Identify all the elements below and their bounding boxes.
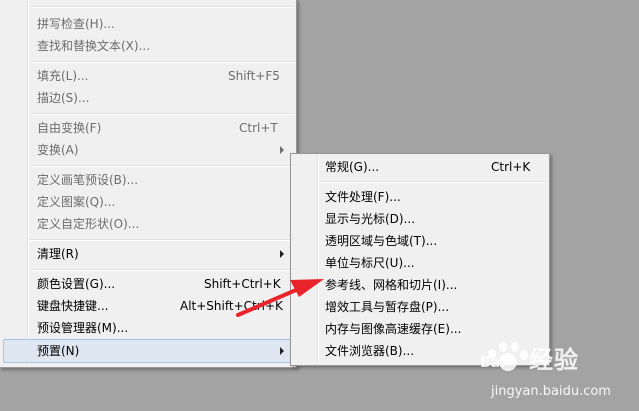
svg-text:Bai: Bai — [480, 355, 505, 371]
watermark-url: jingyan.baidu.com — [491, 384, 611, 399]
watermark-brand: 经验 — [529, 346, 579, 374]
